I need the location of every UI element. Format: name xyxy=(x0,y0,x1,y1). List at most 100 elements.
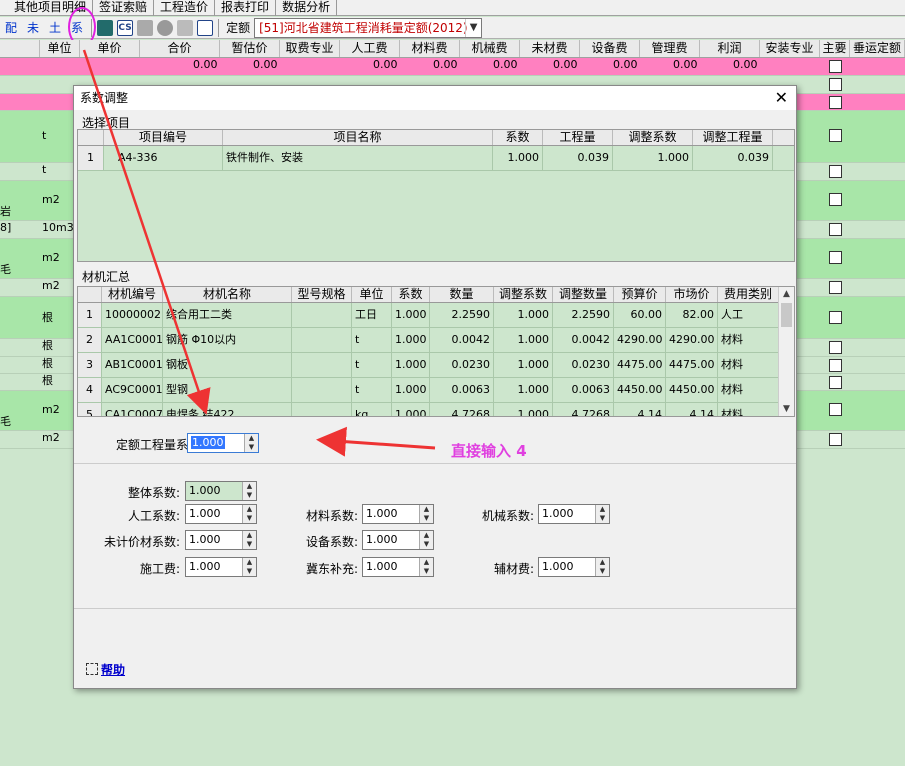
equipment-coef-input[interactable]: 1.000 ▲ ▼ xyxy=(362,530,434,550)
close-icon[interactable]: ✕ xyxy=(775,86,788,110)
bg-fragment: 毛 xyxy=(0,415,11,428)
col-header: 材机名称 xyxy=(163,287,292,302)
pei-button[interactable]: 配 xyxy=(0,19,22,36)
col-header xyxy=(78,287,102,302)
scroll-thumb[interactable] xyxy=(781,303,792,327)
main-checkbox[interactable] xyxy=(829,311,842,324)
main-checkbox[interactable] xyxy=(829,433,842,446)
toolbar-separator xyxy=(218,18,220,37)
bg-cell: 0.00 xyxy=(613,58,638,71)
bg-col: 单价 xyxy=(80,40,140,57)
spinner-icon[interactable]: ▲ ▼ xyxy=(595,505,609,523)
main-checkbox[interactable] xyxy=(829,60,842,73)
labor-coef-input[interactable]: 1.000 ▲ ▼ xyxy=(185,504,257,524)
tab-project-cost[interactable]: 工程造价 xyxy=(154,0,216,16)
help-link[interactable]: 帮助 xyxy=(86,661,125,678)
material-type: 材料 xyxy=(718,378,779,402)
table-row[interactable]: 1 A4-336 铁件制作、安装 1.000 0.039 1.000 0.039 xyxy=(78,146,794,171)
main-checkbox[interactable] xyxy=(829,281,842,294)
construction-fee-input[interactable]: 1.000 ▲ ▼ xyxy=(185,557,257,577)
spinner-icon[interactable]: ▲ ▼ xyxy=(242,505,256,523)
circle-icon[interactable] xyxy=(157,19,174,36)
main-checkbox[interactable] xyxy=(829,251,842,264)
spinner-icon[interactable]: ▲ ▼ xyxy=(419,531,433,549)
quota-select[interactable]: [51]河北省建筑工程消耗量定额(2012) ▼ xyxy=(254,17,483,38)
material-adj-coef[interactable]: 1.000 xyxy=(494,403,553,416)
main-checkbox[interactable] xyxy=(829,129,842,142)
row-index: 5 xyxy=(78,403,102,416)
spinner-icon[interactable]: ▲ ▼ xyxy=(419,505,433,523)
main-checkbox[interactable] xyxy=(829,403,842,416)
row-index: 3 xyxy=(78,353,102,377)
table-row[interactable]: 2 AA1C0001 钢筋 Φ10以内 t 1.000 0.0042 1.000… xyxy=(78,328,794,353)
tab-data-analysis[interactable]: 数据分析 xyxy=(276,0,338,16)
number-icon[interactable] xyxy=(197,19,214,36)
wei-button[interactable]: 未 xyxy=(22,19,44,36)
spinner-icon[interactable]: ▲ ▼ xyxy=(242,558,256,576)
material-scrollbar[interactable]: ▲ ▼ xyxy=(778,287,794,416)
uncounted-coef-input[interactable]: 1.000 ▲ ▼ xyxy=(185,530,257,550)
cs-icon[interactable]: CS xyxy=(117,19,134,36)
material-type: 人工 xyxy=(718,303,779,327)
tu-button[interactable]: 土 xyxy=(44,19,66,36)
lock-icon[interactable] xyxy=(177,19,194,36)
bg-col: 设备费 xyxy=(580,40,640,57)
aux-material-input[interactable]: 1.000 ▲ ▼ xyxy=(538,557,610,577)
coef: 1.000 xyxy=(493,146,543,170)
material-coef-value: 1.000 xyxy=(366,507,398,520)
spinner-icon[interactable]: ▲ ▼ xyxy=(242,531,256,549)
spinner-icon[interactable]: ▲ ▼ xyxy=(419,558,433,576)
main-checkbox[interactable] xyxy=(829,359,842,372)
material-spec xyxy=(292,403,352,416)
main-checkbox[interactable] xyxy=(829,341,842,354)
copy-icon[interactable] xyxy=(137,19,154,36)
material-market: 4450.00 xyxy=(666,378,718,402)
scroll-up-icon[interactable]: ▲ xyxy=(779,287,794,301)
material-adj-coef[interactable]: 1.000 xyxy=(494,328,553,352)
leaf-icon[interactable] xyxy=(97,19,114,36)
main-checkbox[interactable] xyxy=(829,223,842,236)
bg-cell: 0.00 xyxy=(553,58,578,71)
main-checkbox[interactable] xyxy=(829,96,842,109)
material-adj-coef[interactable]: 1.000 xyxy=(494,353,553,377)
bg-unit: m2 xyxy=(42,279,60,292)
bg-cell: 0.00 xyxy=(433,58,458,71)
spinner-icon[interactable]: ▲ ▼ xyxy=(595,558,609,576)
tab-visa-claims[interactable]: 签证索赔 xyxy=(93,0,155,16)
quota-coef-input[interactable]: 1.000 ▲ ▼ xyxy=(187,433,259,453)
material-section-label: 材机汇总 xyxy=(82,270,131,284)
bg-col: 未材费 xyxy=(520,40,580,57)
scroll-down-icon[interactable]: ▼ xyxy=(779,402,794,416)
dialog-title: 系数调整 xyxy=(80,91,129,105)
material-unit: kg xyxy=(352,403,392,416)
material-qty: 2.2590 xyxy=(430,303,494,327)
bg-fragment: 岩 xyxy=(0,205,11,218)
dialog-body: 选择项目 项目编号 项目名称 系数 工程量 调整系数 调整工程量 1 A4-33… xyxy=(74,110,796,688)
col-header: 型号规格 xyxy=(292,287,352,302)
main-checkbox[interactable] xyxy=(829,78,842,91)
table-row[interactable]: 3 AB1C0001 钢板 t 1.000 0.0230 1.000 0.023… xyxy=(78,353,794,378)
table-row[interactable]: 4 AC9C0001 型钢 t 1.000 0.0063 1.000 0.006… xyxy=(78,378,794,403)
main-checkbox[interactable] xyxy=(829,165,842,178)
top-tab-bar: 其他项目明细 签证索赔 工程造价 报表打印 数据分析 xyxy=(0,0,905,16)
adj-qty: 0.039 xyxy=(693,146,773,170)
main-checkbox[interactable] xyxy=(829,376,842,389)
adj-coef[interactable]: 1.000 xyxy=(613,146,693,170)
tab-report-print[interactable]: 报表打印 xyxy=(215,0,277,16)
material-adj-coef[interactable]: 1.000 xyxy=(494,378,553,402)
material-adj-coef[interactable]: 1.000 xyxy=(494,303,553,327)
material-adj-qty: 0.0230 xyxy=(553,353,614,377)
material-market: 82.00 xyxy=(666,303,718,327)
main-checkbox[interactable] xyxy=(829,193,842,206)
bg-row[interactable]: 0.00 0.00 0.00 0.00 0.00 0.00 0.00 0.00 … xyxy=(0,58,905,76)
bg-unit: 根 xyxy=(42,374,53,387)
jidong-supplement-input[interactable]: 1.000 ▲ ▼ xyxy=(362,557,434,577)
machine-coef-input[interactable]: 1.000 ▲ ▼ xyxy=(538,504,610,524)
table-row[interactable]: 5 CA1C0007 电焊条 结422 kg 1.000 4.7268 1.00… xyxy=(78,403,794,416)
spinner-icon[interactable]: ▲ ▼ xyxy=(244,434,258,452)
spinner-icon[interactable]: ▲ ▼ xyxy=(242,482,256,500)
aux-material-label: 辅材费: xyxy=(493,562,534,576)
material-coef-input[interactable]: 1.000 ▲ ▼ xyxy=(362,504,434,524)
table-row[interactable]: 1 10000002 综合用工二类 工日 1.000 2.2590 1.000 … xyxy=(78,303,794,328)
overall-coef-input[interactable]: 1.000 ▲ ▼ xyxy=(185,481,257,501)
